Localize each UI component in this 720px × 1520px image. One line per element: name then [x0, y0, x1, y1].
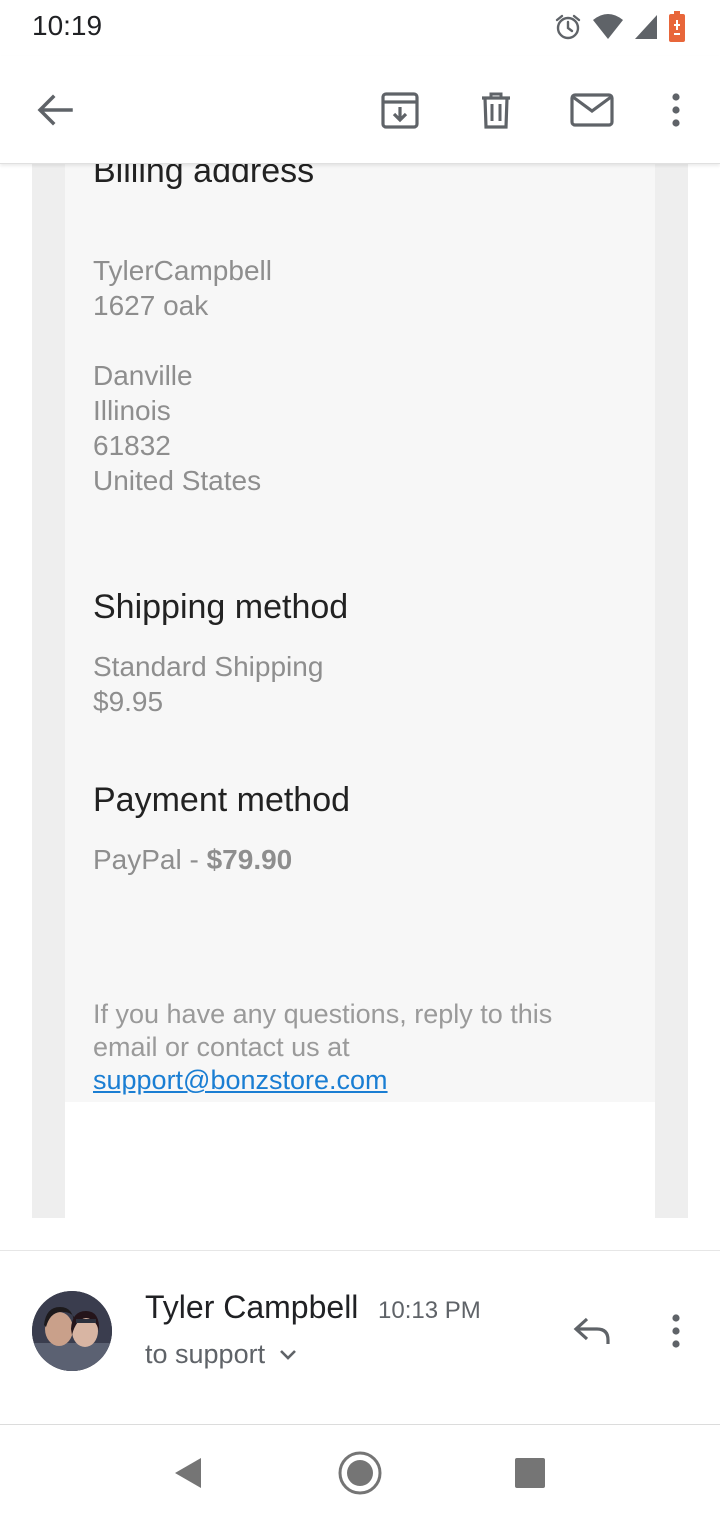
billing-city: Danville	[93, 360, 193, 391]
triangle-back-icon	[175, 1458, 201, 1488]
support-email-link[interactable]: support@bonzstore.com	[93, 1065, 388, 1095]
billing-name: TylerCampbell	[93, 255, 272, 286]
sender-name: Tyler Campbell	[145, 1289, 359, 1325]
alarm-icon	[554, 13, 582, 41]
billing-state: Illinois	[93, 395, 171, 426]
shipping-price: $9.95	[93, 686, 164, 717]
email-body[interactable]: Billing address TylerCampbell 1627 oak D…	[0, 164, 720, 1250]
signal-icon	[634, 14, 658, 40]
home-circle-icon	[338, 1451, 382, 1495]
status-icons	[554, 10, 686, 44]
delete-icon	[482, 92, 510, 129]
billing-zip: 61832	[93, 430, 171, 461]
footer-text: If you have any questions, reply to this…	[93, 998, 593, 1097]
recipient-label: to support	[145, 1339, 266, 1369]
status-bar: 10:19	[0, 0, 720, 56]
battery-icon	[668, 11, 686, 43]
back-arrow-icon	[37, 94, 73, 126]
status-time: 10:19	[32, 10, 103, 41]
footer-message: If you have any questions, reply to this…	[93, 999, 553, 1062]
more-vert-icon	[672, 1314, 680, 1348]
nav-recents-button[interactable]	[502, 1445, 558, 1501]
archive-button[interactable]	[368, 78, 432, 142]
app-bar	[0, 56, 720, 164]
reply-button[interactable]	[566, 1305, 618, 1357]
more-options-button[interactable]	[644, 78, 708, 142]
nav-back-button[interactable]	[160, 1445, 216, 1501]
message-header[interactable]: Tyler Campbell 10:13 PM to support	[0, 1251, 720, 1425]
payment-heading: Payment method	[93, 781, 351, 819]
reply-icon	[573, 1317, 610, 1344]
system-nav-bar	[0, 1425, 720, 1520]
nav-home-button[interactable]	[332, 1445, 388, 1501]
square-recents-icon	[515, 1458, 545, 1488]
archive-icon	[381, 92, 419, 129]
back-button[interactable]	[23, 78, 87, 142]
avatar-photo	[32, 1291, 112, 1371]
payment-line: PayPal - $79.90	[93, 842, 292, 877]
mark-unread-icon	[570, 93, 614, 127]
mark-unread-button[interactable]	[560, 78, 624, 142]
billing-heading: Billing address	[93, 164, 315, 190]
billing-street: 1627 oak	[93, 290, 209, 321]
recipient-toggle[interactable]: to support	[145, 1339, 297, 1370]
chevron-down-icon	[280, 1349, 296, 1360]
delete-button[interactable]	[464, 78, 528, 142]
avatar[interactable]	[32, 1291, 112, 1371]
footer-panel	[65, 1102, 655, 1250]
shipping-method: Standard Shipping	[93, 651, 324, 682]
more-vert-icon	[672, 93, 680, 127]
shipping-heading: Shipping method	[93, 588, 349, 626]
payment-method: PayPal -	[93, 844, 207, 875]
payment-amount: $79.90	[206, 844, 293, 875]
wifi-icon	[592, 14, 624, 40]
message-time: 10:13 PM	[378, 1297, 481, 1324]
message-more-button[interactable]	[652, 1305, 700, 1357]
billing-country: United States	[93, 465, 262, 496]
